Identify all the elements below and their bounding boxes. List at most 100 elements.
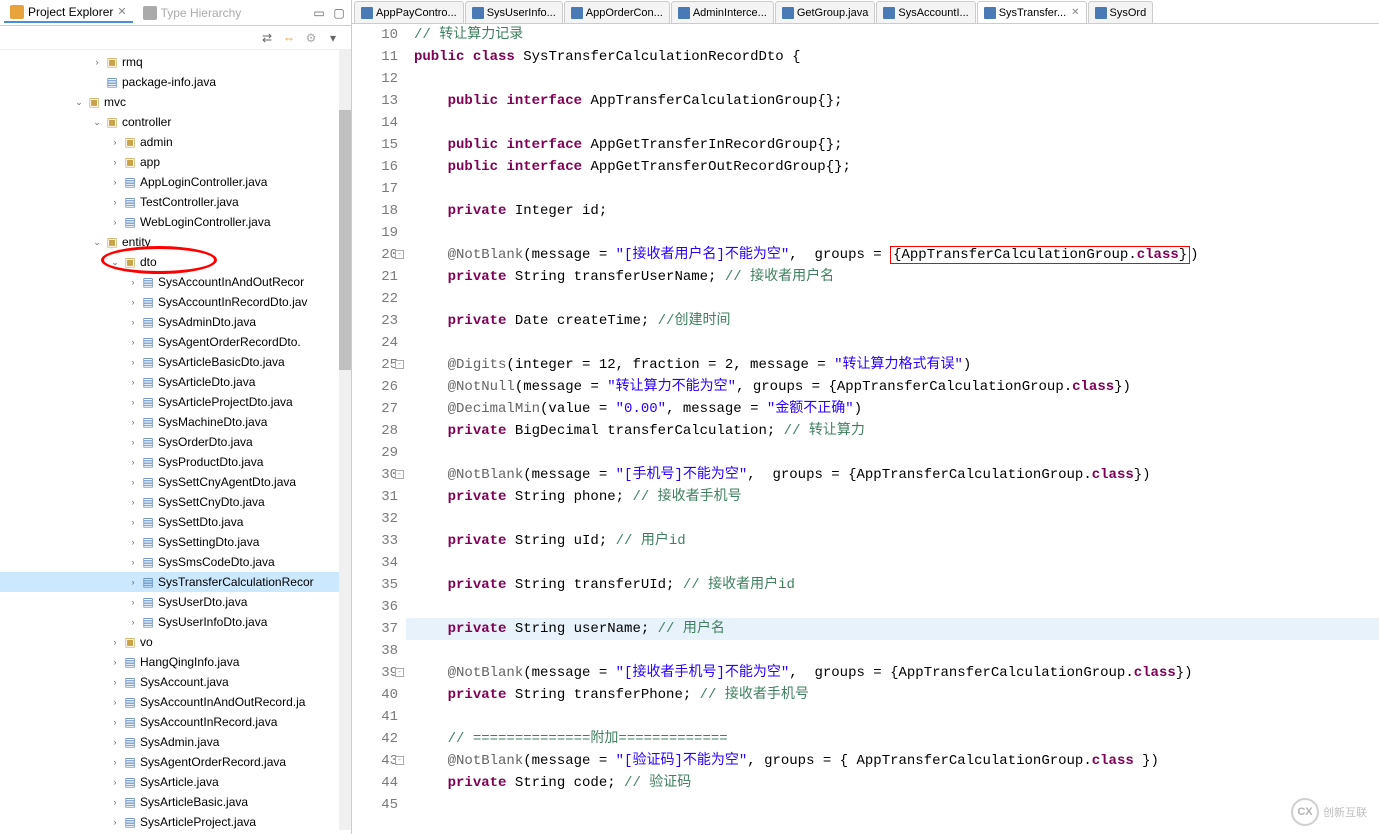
code-line[interactable]: @NotBlank(message = "[手机号]不能为空", groups …: [406, 464, 1379, 486]
code-line[interactable]: private String phone; // 接收者手机号: [406, 486, 1379, 508]
tree-item[interactable]: ›▤SysArticleBasic.java: [0, 792, 351, 812]
chevron-icon[interactable]: ›: [126, 397, 140, 407]
tree-item[interactable]: ⌄▣dto: [0, 252, 351, 272]
chevron-icon[interactable]: ›: [126, 597, 140, 607]
code-line[interactable]: private String userName; // 用户名: [406, 618, 1379, 640]
chevron-icon[interactable]: ⌄: [90, 117, 104, 128]
chevron-icon[interactable]: ›: [126, 557, 140, 567]
code-line[interactable]: [406, 442, 1379, 464]
tree-item[interactable]: ›▤SysArticleProject.java: [0, 812, 351, 832]
code-line[interactable]: [406, 112, 1379, 134]
code-line[interactable]: private String transferUserName; // 接收者用…: [406, 266, 1379, 288]
editor-tab[interactable]: SysAccountI...: [876, 1, 975, 23]
code-line[interactable]: public interface AppGetTransferOutRecord…: [406, 156, 1379, 178]
collapse-all-icon[interactable]: ⇄: [259, 30, 275, 46]
code-line[interactable]: private String uId; // 用户id: [406, 530, 1379, 552]
fold-marker-icon[interactable]: -: [395, 250, 404, 259]
chevron-icon[interactable]: ›: [108, 677, 122, 687]
tree-item[interactable]: ›▤SysAccountInAndOutRecord.ja: [0, 692, 351, 712]
chevron-icon[interactable]: ›: [126, 617, 140, 627]
code-line[interactable]: // 转让算力记录: [406, 24, 1379, 46]
code-line[interactable]: public class SysTransferCalculationRecor…: [406, 46, 1379, 68]
tree-item[interactable]: ›▤WebLoginController.java: [0, 212, 351, 232]
chevron-icon[interactable]: ›: [108, 737, 122, 747]
code-line[interactable]: // ==============附加=============: [406, 728, 1379, 750]
fold-marker-icon[interactable]: -: [395, 360, 404, 369]
code-line[interactable]: @NotBlank(message = "[接收者用户名]不能为空", grou…: [406, 244, 1379, 266]
tree-scrollbar[interactable]: [339, 50, 351, 830]
editor-tab[interactable]: SysUserInfo...: [465, 1, 563, 23]
code-line[interactable]: [406, 178, 1379, 200]
chevron-icon[interactable]: ›: [108, 777, 122, 787]
chevron-icon[interactable]: ›: [126, 477, 140, 487]
chevron-icon[interactable]: ›: [108, 177, 122, 187]
tree-item[interactable]: ›▤SysArticleBasicDto.java: [0, 352, 351, 372]
tree-item[interactable]: ›▤HangQingInfo.java: [0, 652, 351, 672]
tree-item[interactable]: ›▣rmq: [0, 52, 351, 72]
chevron-icon[interactable]: ›: [126, 377, 140, 387]
code-line[interactable]: private Date createTime; //创建时间: [406, 310, 1379, 332]
tree-item[interactable]: ›▤SysSettDto.java: [0, 512, 351, 532]
chevron-icon[interactable]: ›: [90, 57, 104, 67]
code-line[interactable]: private Integer id;: [406, 200, 1379, 222]
tree-item[interactable]: ⌄▣mvc: [0, 92, 351, 112]
code-editor[interactable]: 1011121314151617181920-2122232425-262728…: [352, 24, 1379, 834]
tree-item[interactable]: ›▤SysAgentOrderRecord.java: [0, 752, 351, 772]
chevron-icon[interactable]: ⌄: [108, 257, 122, 268]
chevron-icon[interactable]: ›: [126, 297, 140, 307]
tree-item[interactable]: ›▤SysTransferCalculationRecor: [0, 572, 351, 592]
code-line[interactable]: [406, 706, 1379, 728]
code-line[interactable]: @DecimalMin(value = "0.00", message = "金…: [406, 398, 1379, 420]
code-line[interactable]: [406, 222, 1379, 244]
chevron-icon[interactable]: ›: [108, 717, 122, 727]
code-line[interactable]: private String transferPhone; // 接收者手机号: [406, 684, 1379, 706]
tree-item[interactable]: ›▣vo: [0, 632, 351, 652]
code-line[interactable]: public interface AppGetTransferInRecordG…: [406, 134, 1379, 156]
close-icon[interactable]: ✕: [1071, 7, 1079, 18]
chevron-icon[interactable]: ›: [108, 217, 122, 227]
maximize-icon[interactable]: ▢: [331, 5, 347, 21]
tree-item[interactable]: ›▣app: [0, 152, 351, 172]
chevron-icon[interactable]: ›: [108, 817, 122, 827]
fold-marker-icon[interactable]: -: [395, 756, 404, 765]
code-line[interactable]: private String code; // 验证码: [406, 772, 1379, 794]
tree-item[interactable]: ›▤SysProductDto.java: [0, 452, 351, 472]
chevron-icon[interactable]: ›: [126, 517, 140, 527]
scrollbar-thumb[interactable]: [339, 110, 351, 370]
chevron-icon[interactable]: ›: [108, 757, 122, 767]
chevron-icon[interactable]: ›: [126, 357, 140, 367]
chevron-icon[interactable]: ›: [108, 137, 122, 147]
tree-item[interactable]: ▤package-info.java: [0, 72, 351, 92]
tree-item[interactable]: ›▤SysUserDto.java: [0, 592, 351, 612]
chevron-icon[interactable]: ›: [108, 697, 122, 707]
tree-item[interactable]: ›▤SysArticleDto.java: [0, 372, 351, 392]
filter-icon[interactable]: ⚙: [303, 30, 319, 46]
chevron-icon[interactable]: ›: [108, 157, 122, 167]
code-line[interactable]: private BigDecimal transferCalculation; …: [406, 420, 1379, 442]
code-line[interactable]: [406, 552, 1379, 574]
tree-item[interactable]: ›▣admin: [0, 132, 351, 152]
tree-item[interactable]: ›▤SysAccount.java: [0, 672, 351, 692]
project-explorer-tab[interactable]: Project Explorer ✕: [4, 3, 133, 23]
editor-tab[interactable]: AdminInterce...: [671, 1, 774, 23]
tree-item[interactable]: ›▤SysSettingDto.java: [0, 532, 351, 552]
chevron-icon[interactable]: ›: [126, 437, 140, 447]
tree-item[interactable]: ›▤SysAdminDto.java: [0, 312, 351, 332]
tree-item[interactable]: ›▤SysSettCnyDto.java: [0, 492, 351, 512]
code-line[interactable]: [406, 332, 1379, 354]
code-line[interactable]: @Digits(integer = 12, fraction = 2, mess…: [406, 354, 1379, 376]
editor-tab[interactable]: AppOrderCon...: [564, 1, 670, 23]
tree-item[interactable]: ›▤SysSettCnyAgentDto.java: [0, 472, 351, 492]
code-line[interactable]: public interface AppTransferCalculationG…: [406, 90, 1379, 112]
chevron-icon[interactable]: ›: [126, 417, 140, 427]
chevron-icon[interactable]: ›: [126, 577, 140, 587]
minimize-icon[interactable]: ▭: [311, 5, 327, 21]
tree-item[interactable]: ›▤SysSmsCodeDto.java: [0, 552, 351, 572]
fold-marker-icon[interactable]: -: [395, 668, 404, 677]
chevron-icon[interactable]: ›: [108, 657, 122, 667]
chevron-icon[interactable]: ⌄: [90, 237, 104, 248]
tree-item[interactable]: ›▤SysAccountInAndOutRecor: [0, 272, 351, 292]
chevron-icon[interactable]: ›: [126, 457, 140, 467]
type-hierarchy-tab[interactable]: Type Hierarchy: [137, 4, 248, 22]
link-editor-icon[interactable]: ⇔: [281, 30, 297, 46]
